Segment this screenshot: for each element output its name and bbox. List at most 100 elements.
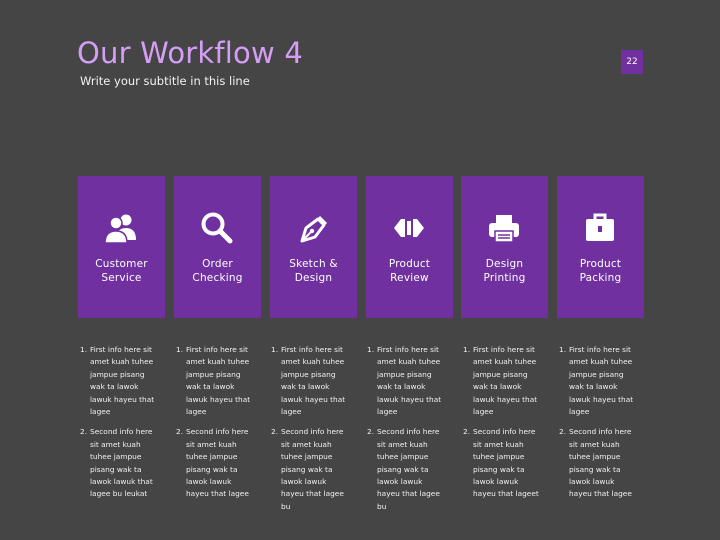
info-item: 2. Second info here sit amet kuah tuhee … [367,426,453,513]
info-line: bu [281,501,291,511]
info-line: lagee [569,407,590,417]
info-line: First info here sit [569,345,631,354]
info-line: Second info here [377,427,440,437]
info-line: lawok lawuk [569,477,615,487]
info-line: jampue pisang [186,369,241,379]
info-line: lawuk hayeu that [377,394,442,404]
info-line: lagee [377,407,398,417]
card-label-line2: Printing [483,272,526,284]
info-line: lawuk hayeu that [473,394,538,404]
info-line: tuhee jampue [569,452,621,462]
info-line: amet kuah tuhee [569,357,633,367]
info-item: 2. Second info here sit amet kuah tuhee … [80,426,166,500]
info-line: lawok lawuk [377,477,423,487]
info-item: 1. First info here sit amet kuah tuhee j… [80,344,166,418]
info-line: sit amet kuah [377,439,428,449]
info-item: 1. First info here sit amet kuah tuhee j… [271,344,357,418]
info-line: amet kuah tuhee [473,357,537,367]
card-label-line1: Sketch & [289,258,338,270]
card-label-line2: Packing [579,272,622,284]
info-line: pisang wak ta [377,464,429,474]
slide-title: Our Workflow 4 [77,36,303,70]
info-line: jampue pisang [90,369,145,379]
info-line: lawok lawuk [473,477,519,487]
info-item: 2. Second info here sit amet kuah tuhee … [176,426,262,500]
info-line: sit amet kuah [473,439,524,449]
info-line: pisang wak ta [473,464,525,474]
list-number: 2. [271,427,279,437]
list-number: 1. [271,345,279,354]
list-number: 1. [463,345,471,354]
info-line: tuhee jampue [90,452,142,462]
info-line: bu [377,501,387,511]
info-column: 1. First info here sit amet kuah tuhee j… [367,344,453,521]
info-line: First info here sit [377,345,439,354]
info-line: First info here sit [90,345,152,354]
workflow-card-customer-service: Customer Service [78,176,165,318]
card-label-line1: Order [202,258,233,270]
info-line: wak ta lawok [473,382,522,392]
info-line: lawuk hayeu that [281,394,346,404]
magnifier-icon [198,209,236,247]
info-line: First info here sit [473,345,535,354]
list-number: 1. [559,345,567,354]
card-label: Order Checking [176,257,259,285]
info-line: lagee bu leukat [90,489,148,499]
page-number-badge: 22 [621,50,643,74]
info-column: 1. First info here sit amet kuah tuhee j… [271,344,357,521]
info-line: lawok lawuk [281,477,327,487]
info-line: sit amet kuah [186,439,237,449]
workflow-card-order-checking: Order Checking [174,176,261,318]
info-line: Second info here [281,427,344,437]
info-line: lawok lawuk [186,477,232,487]
workflow-card-product-review: Product Review [366,176,453,318]
card-label: Customer Service [80,257,163,285]
card-label-line1: Customer [95,258,148,270]
list-number: 1. [176,345,184,354]
info-line: lawuk hayeu that [569,394,634,404]
card-label-line2: Review [390,272,429,284]
info-column: 1. First info here sit amet kuah tuhee j… [80,344,166,509]
card-label: Product Review [368,257,451,285]
list-number: 2. [80,427,88,437]
info-line: tuhee jampue [281,452,333,462]
list-number: 2. [367,427,375,437]
info-line: pisang wak ta [90,464,142,474]
pen-nib-icon [294,209,332,247]
card-label-line1: Design [485,258,524,270]
info-line: hayeu that lagee [377,489,440,499]
info-line: amet kuah tuhee [281,357,345,367]
info-line: Second info here [473,427,536,437]
info-line: lawuk hayeu that [186,394,251,404]
info-line: hayeu that lagee [569,489,632,499]
info-column: 1. First info here sit amet kuah tuhee j… [463,344,549,509]
info-line: lawuk hayeu that [90,394,155,404]
info-line: jampue pisang [569,369,624,379]
list-number: 2. [463,427,471,437]
info-line: sit amet kuah [90,439,141,449]
printer-icon [485,209,523,247]
card-label-line2: Checking [192,272,243,284]
info-column: 1. First info here sit amet kuah tuhee j… [176,344,262,509]
card-label-line1: Product [579,258,622,270]
info-line: amet kuah tuhee [377,357,441,367]
info-line: lawok lawuk that [90,477,153,487]
info-line: hayeu that lagee [281,489,344,499]
slide-subtitle: Write your subtitle in this line [80,74,250,88]
info-line: lagee [473,407,494,417]
info-line: hayeu that lageet [473,489,539,499]
info-item: 1. First info here sit amet kuah tuhee j… [463,344,549,418]
info-line: wak ta lawok [90,382,139,392]
workflow-card-design-printing: Design Printing [461,176,548,318]
briefcase-icon [581,209,619,247]
info-column: 1. First info here sit amet kuah tuhee j… [559,344,645,509]
info-line: jampue pisang [377,369,432,379]
card-label: Sketch & Design [272,257,355,285]
list-number: 2. [559,427,567,437]
list-number: 1. [80,345,88,354]
info-line: wak ta lawok [377,382,426,392]
info-line: tuhee jampue [473,452,525,462]
list-number: 2. [176,427,184,437]
info-line: First info here sit [186,345,248,354]
info-line: amet kuah tuhee [90,357,154,367]
